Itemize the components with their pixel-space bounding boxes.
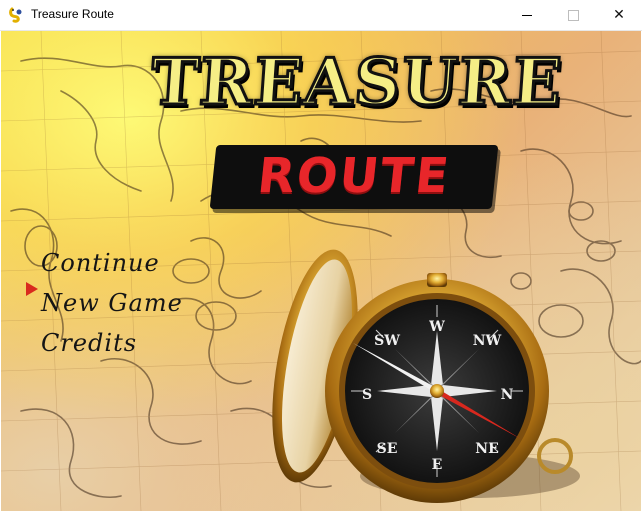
window-title: Treasure Route <box>31 7 114 21</box>
minimize-icon <box>522 14 532 16</box>
close-icon: ✕ <box>613 7 625 23</box>
menu-item-credits[interactable]: Credits <box>41 329 137 357</box>
maximize-button[interactable] <box>550 0 596 30</box>
close-button[interactable]: ✕ <box>596 0 642 30</box>
compass-letter: W <box>428 319 445 335</box>
logo-line2: ROUTE <box>255 148 454 204</box>
compass-letter: SW <box>374 333 400 349</box>
compass-letter: N <box>501 387 514 403</box>
compass-letter: NE <box>475 441 498 457</box>
compass-letter: S <box>362 387 372 403</box>
menu-item-new-game[interactable]: New Game <box>41 289 183 317</box>
compass-letter: NW <box>473 333 502 349</box>
logo-line1: TREASURE <box>147 44 566 122</box>
maximize-icon <box>567 9 579 21</box>
logo-title-top: TREASURE <box>147 43 566 133</box>
window-titlebar[interactable]: Treasure Route ✕ <box>0 0 642 31</box>
compass-letter: SE <box>377 441 398 457</box>
compass-illustration: W NW N NE E SE S SW <box>272 249 580 503</box>
menu-item-continue[interactable]: Continue <box>41 249 160 277</box>
game-canvas[interactable]: TREASURE ROUTE Continue New Game Credits <box>1 31 641 511</box>
compass-letter: E <box>432 457 443 473</box>
minimize-button[interactable] <box>504 0 550 30</box>
logo-title-plate: ROUTE <box>209 145 499 209</box>
menu-selection-arrow-icon <box>26 282 38 296</box>
pygame-snake-icon <box>9 7 22 23</box>
